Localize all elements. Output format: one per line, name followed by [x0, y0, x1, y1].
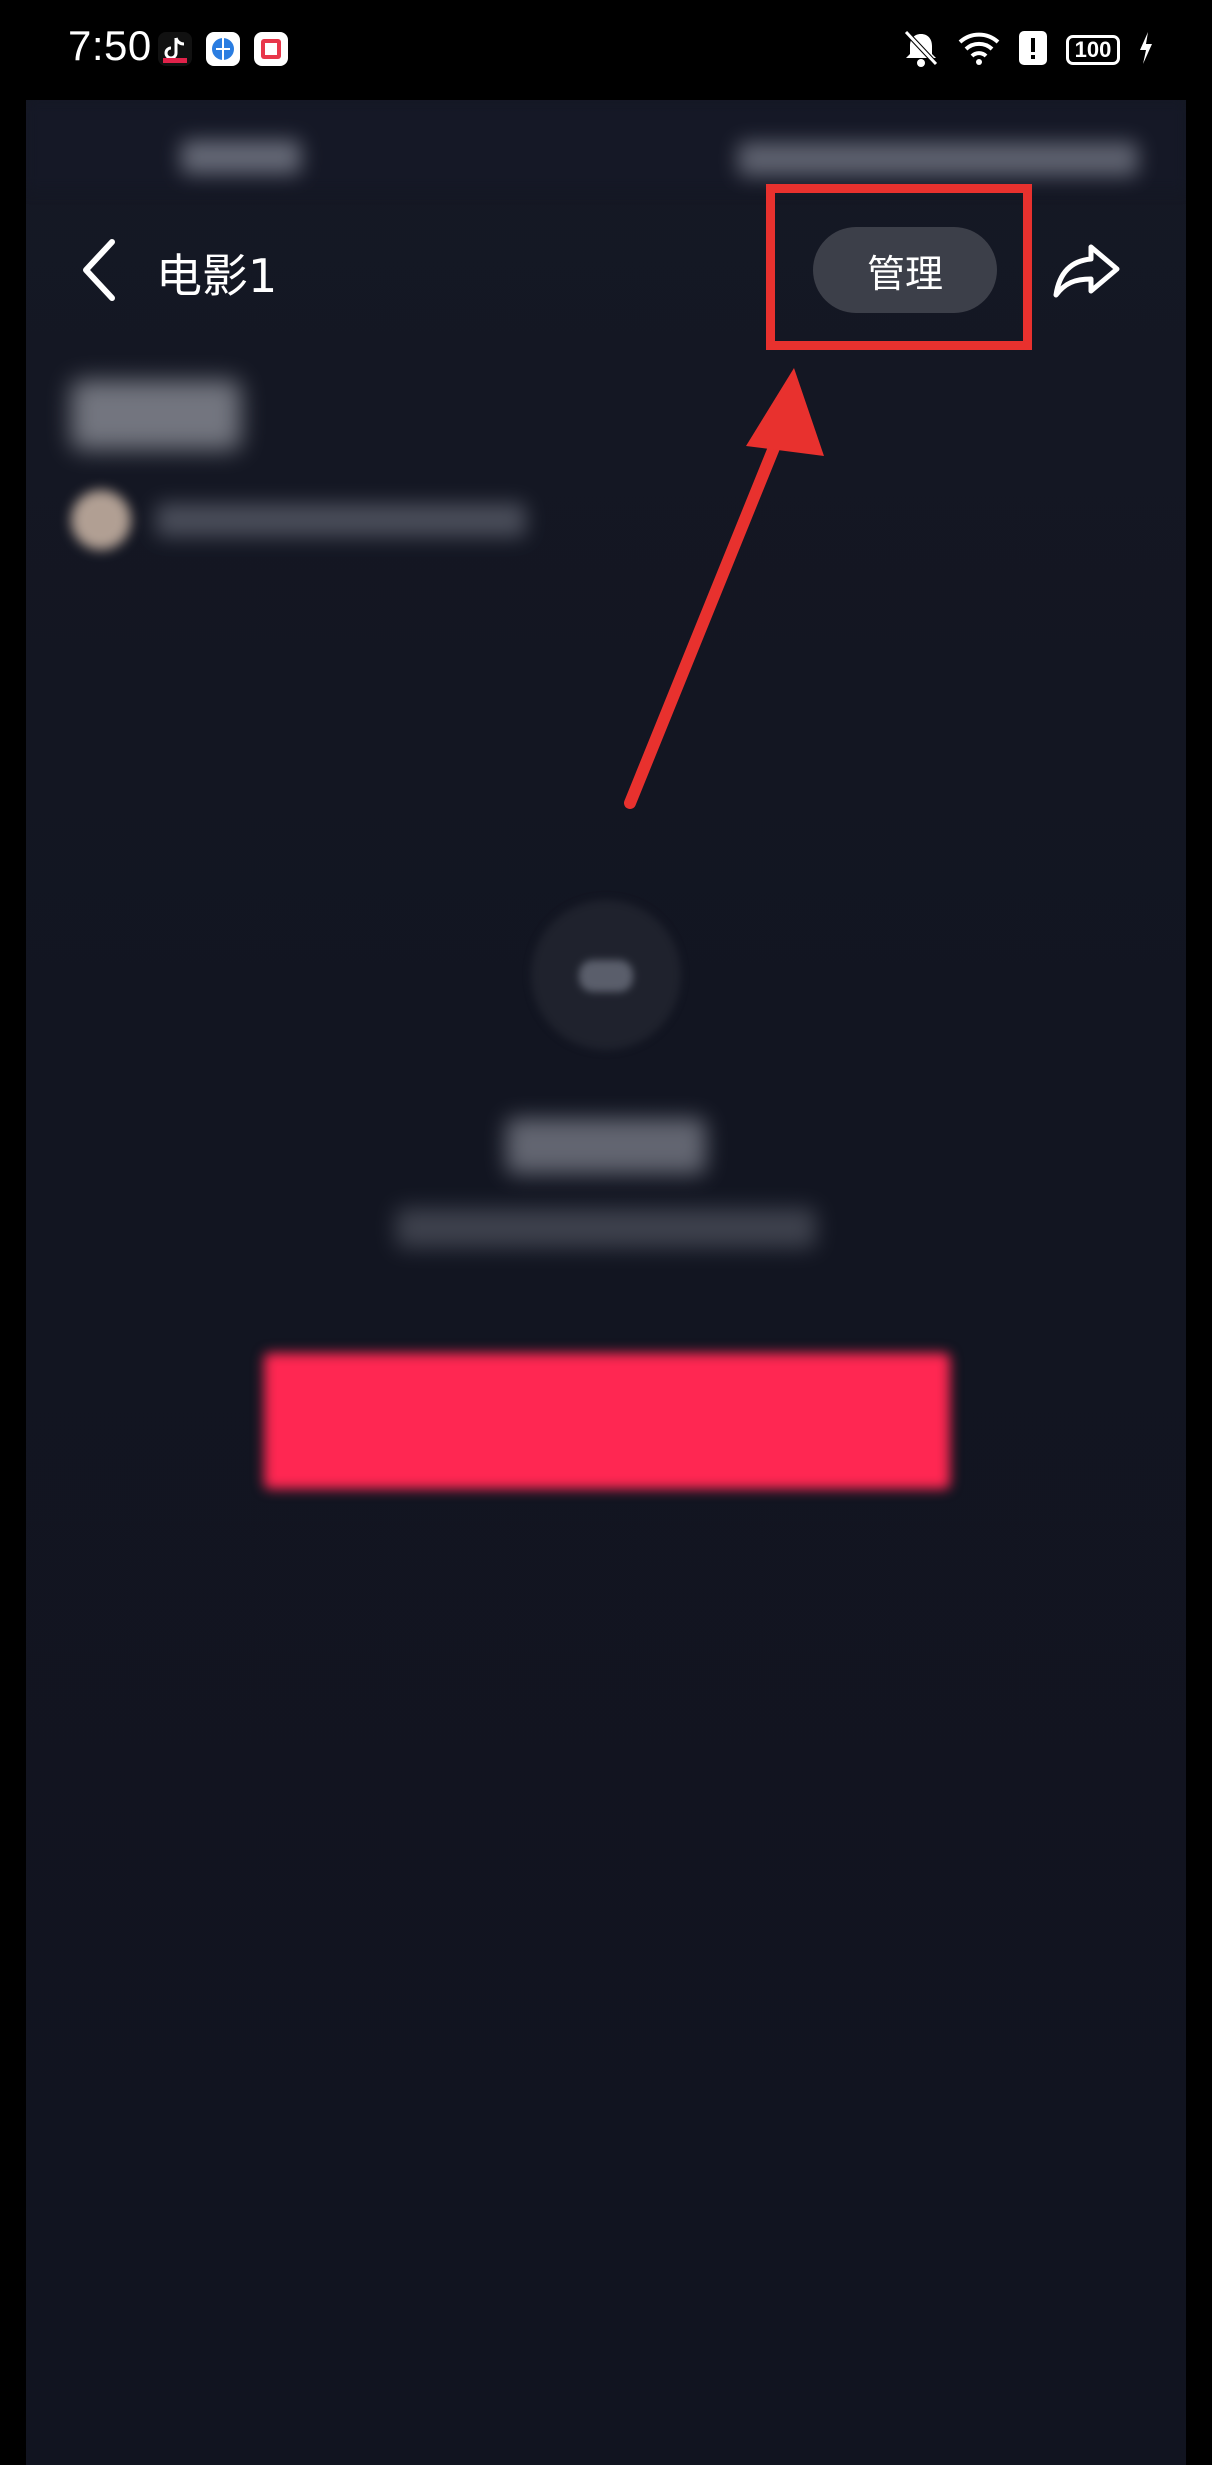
author-line-blurred [156, 503, 526, 537]
status-app-icons [158, 32, 288, 66]
page-title: 电影1 [156, 249, 278, 303]
alert-icon [1018, 30, 1048, 70]
chevron-left-icon [83, 239, 115, 301]
app-screen: 电影1 管理 [26, 100, 1186, 2465]
battery-level: 100 [1074, 37, 1112, 62]
avatar [71, 490, 131, 550]
share-button[interactable] [1042, 230, 1132, 310]
blurred-right-label [738, 142, 1138, 176]
back-button[interactable] [60, 230, 140, 310]
empty-state-title-blurred [506, 1118, 706, 1174]
battery-icon: 100 [1066, 35, 1120, 65]
empty-state-icon [531, 900, 681, 1050]
notes-icon [254, 32, 288, 66]
share-arrow-icon [1053, 244, 1120, 298]
highlight-annotation-box [766, 184, 1032, 350]
content-title-blurred [71, 380, 241, 450]
browser-icon [206, 32, 240, 66]
blurred-left-label [181, 140, 301, 174]
charging-icon [1138, 31, 1154, 69]
primary-action-button[interactable] [264, 1353, 950, 1489]
status-system-icons: 100 [902, 28, 1154, 72]
status-bar: 7:50 100 [0, 0, 1212, 100]
empty-state-subtitle-blurred [396, 1208, 816, 1248]
status-time: 7:50 [68, 22, 152, 69]
wifi-icon [958, 30, 1000, 70]
tiktok-icon [158, 32, 192, 66]
bell-muted-icon [902, 28, 940, 72]
